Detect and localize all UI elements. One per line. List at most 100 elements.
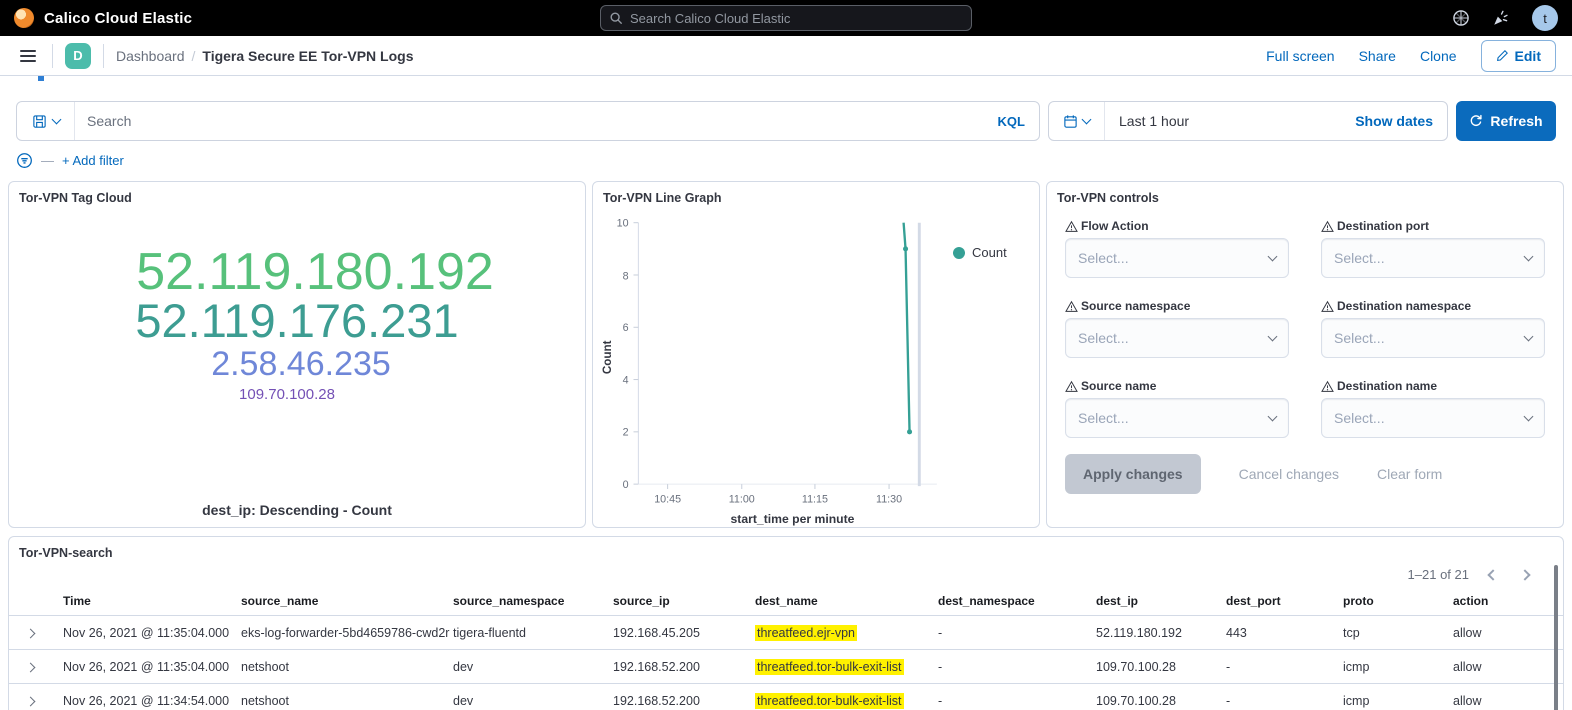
source-namespace-select[interactable]: Select...: [1065, 318, 1289, 358]
clear-form-button[interactable]: Clear form: [1377, 466, 1442, 482]
count-series-line[interactable]: [904, 223, 910, 432]
dashboard-app-badge[interactable]: D: [65, 43, 91, 69]
cancel-changes-button[interactable]: Cancel changes: [1239, 466, 1339, 482]
cell-dest-namespace: -: [938, 660, 1096, 674]
next-page-button[interactable]: [1517, 563, 1533, 586]
column-header[interactable]: source_ip: [613, 594, 755, 608]
breadcrumb-separator: /: [192, 48, 196, 64]
control-field-source-name: Source name Select...: [1065, 379, 1289, 438]
column-header[interactable]: source_name: [241, 594, 453, 608]
source-name-select[interactable]: Select...: [1065, 398, 1289, 438]
share-button[interactable]: Share: [1359, 48, 1396, 64]
clone-button[interactable]: Clone: [1420, 48, 1457, 64]
refresh-button[interactable]: Refresh: [1456, 101, 1556, 141]
tag-cloud-item[interactable]: 109.70.100.28: [239, 388, 335, 403]
y-tick-label: 10: [617, 218, 629, 230]
tag-cloud-item[interactable]: 2.58.46.235: [211, 348, 391, 381]
previous-page-button[interactable]: [1485, 563, 1501, 586]
x-tick-label: 10:45: [654, 494, 681, 506]
column-header[interactable]: dest_namespace: [938, 594, 1096, 608]
column-header[interactable]: dest_ip: [1096, 594, 1226, 608]
cell-dest-port: -: [1226, 660, 1343, 674]
app-title: Calico Cloud Elastic: [44, 10, 192, 27]
menu-hamburger-icon[interactable]: [16, 44, 40, 68]
cell-source-ip: 192.168.52.200: [613, 694, 755, 708]
panel-title: Tor-VPN-search: [9, 537, 1563, 564]
divider: [52, 44, 53, 68]
expand-row-button[interactable]: [21, 621, 40, 644]
cell-dest-namespace: -: [938, 626, 1096, 640]
column-header[interactable]: dest_port: [1226, 594, 1343, 608]
expand-row-button[interactable]: [21, 689, 40, 710]
edit-button[interactable]: Edit: [1481, 40, 1556, 72]
saved-query-menu-button[interactable]: [17, 102, 75, 140]
cell-source-name: netshoot: [241, 660, 453, 674]
chevron-down-icon: [1524, 412, 1534, 422]
save-query-icon: [32, 114, 47, 129]
column-header[interactable]: Time: [63, 594, 241, 608]
cell-source-name: netshoot: [241, 694, 453, 708]
kql-language-button[interactable]: KQL: [984, 114, 1039, 129]
tag-cloud-item[interactable]: 52.119.180.192: [136, 247, 494, 298]
time-range-value[interactable]: Last 1 hour: [1105, 113, 1203, 129]
cell-source-ip: 192.168.52.200: [613, 660, 755, 674]
cell-action: allow: [1453, 694, 1551, 708]
cell-time: Nov 26, 2021 @ 11:35:04.000: [63, 660, 241, 674]
show-dates-button[interactable]: Show dates: [1341, 113, 1447, 129]
calendar-menu-button[interactable]: [1049, 102, 1105, 140]
newsfeed-party-popper-icon[interactable]: [1492, 9, 1510, 27]
legend-item-count[interactable]: Count: [953, 245, 1007, 260]
column-header[interactable]: dest_name: [755, 594, 938, 608]
control-field-source-namespace: Source namespace Select...: [1065, 299, 1289, 358]
warning-icon: [1065, 380, 1078, 393]
column-header[interactable]: proto: [1343, 594, 1453, 608]
refresh-icon: [1469, 114, 1483, 128]
tag-cloud-caption: dest_ip: Descending - Count: [9, 502, 585, 518]
cell-dest-name-highlighted: threatfeed.tor-bulk-exit-list: [755, 659, 904, 675]
column-header[interactable]: action: [1453, 594, 1551, 608]
chevron-down-icon: [1524, 252, 1534, 262]
add-filter-button[interactable]: + Add filter: [62, 153, 124, 168]
tag-cloud-item[interactable]: 52.119.176.231: [135, 298, 458, 344]
full-screen-button[interactable]: Full screen: [1266, 48, 1334, 64]
apply-changes-button[interactable]: Apply changes: [1065, 454, 1201, 494]
cell-dest-namespace: -: [938, 694, 1096, 708]
user-avatar[interactable]: t: [1532, 5, 1558, 31]
warning-icon: [1321, 380, 1334, 393]
date-picker: Last 1 hour Show dates: [1048, 101, 1448, 141]
breadcrumb: Dashboard / Tigera Secure EE Tor-VPN Log…: [116, 48, 413, 64]
control-field-destination-namespace: Destination namespace Select...: [1321, 299, 1545, 358]
dashboard-nav-bar: D Dashboard / Tigera Secure EE Tor-VPN L…: [0, 36, 1572, 76]
warning-icon: [1321, 300, 1334, 313]
destination-name-select[interactable]: Select...: [1321, 398, 1545, 438]
cell-dest-ip: 109.70.100.28: [1096, 694, 1226, 708]
panel-line-graph: Tor-VPN Line Graph 0 2 4 6 8 10: [592, 181, 1040, 528]
cell-source-ip: 192.168.45.205: [613, 626, 755, 640]
cell-source-namespace: tigera-fluentd: [453, 626, 613, 640]
cell-source-name: eks-log-forwarder-5bd4659786-cwd2r: [241, 626, 453, 640]
pagination-count: 1–21 of 21: [1408, 567, 1469, 582]
filter-circle-icon[interactable]: [16, 152, 33, 169]
chevron-down-icon: [1524, 332, 1534, 342]
globe-icon[interactable]: [1452, 9, 1470, 27]
table-header-row: Time source_name source_namespace source…: [9, 586, 1563, 616]
chevron-down-icon: [51, 115, 61, 125]
panel-controls: Tor-VPN controls Flow Action Select...: [1046, 181, 1564, 528]
cell-action: allow: [1453, 660, 1551, 674]
panel-title: Tor-VPN Line Graph: [593, 182, 1039, 209]
pagination: 1–21 of 21: [1408, 563, 1533, 586]
cell-dest-ip: 52.119.180.192: [1096, 626, 1226, 640]
global-search[interactable]: [600, 5, 972, 31]
chevron-down-icon: [1082, 115, 1092, 125]
expand-row-button[interactable]: [21, 655, 40, 678]
breadcrumb-dashboard[interactable]: Dashboard: [116, 48, 185, 64]
destination-namespace-select[interactable]: Select...: [1321, 318, 1545, 358]
query-search-input[interactable]: [75, 113, 984, 129]
destination-port-select[interactable]: Select...: [1321, 238, 1545, 278]
cell-dest-port: -: [1226, 694, 1343, 708]
global-search-input[interactable]: [630, 11, 963, 26]
flow-action-select[interactable]: Select...: [1065, 238, 1289, 278]
table-scrollbar[interactable]: [1554, 565, 1558, 710]
column-header[interactable]: source_namespace: [453, 594, 613, 608]
y-axis-label: Count: [601, 340, 614, 374]
